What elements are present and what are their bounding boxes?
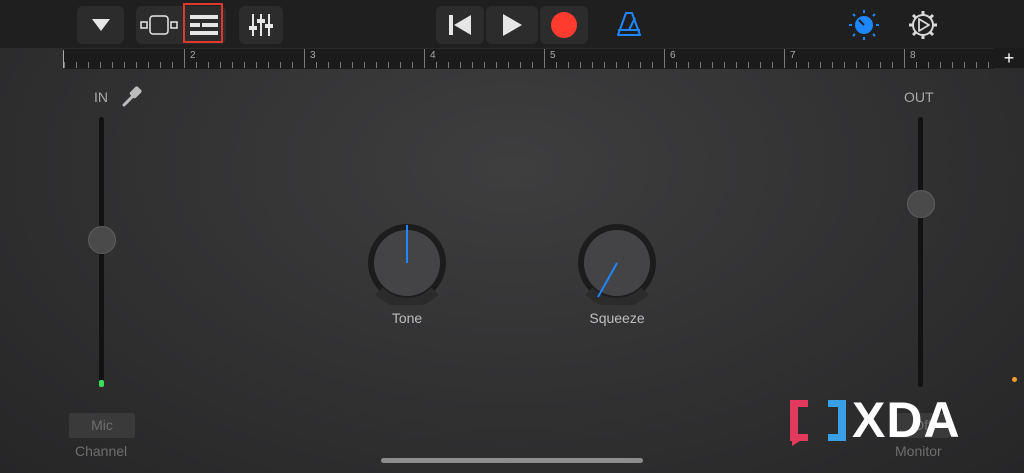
- output-level-track: [918, 117, 923, 387]
- settings-button[interactable]: [907, 9, 939, 46]
- mic-button[interactable]: Mic: [69, 413, 135, 438]
- master-effects-icon: [849, 10, 879, 40]
- input-meter: [99, 380, 104, 387]
- output-indicator-dot: [1012, 377, 1017, 382]
- home-indicator[interactable]: [381, 458, 643, 463]
- input-level-slider[interactable]: [88, 225, 116, 254]
- guitar-jack-icon: [122, 86, 142, 107]
- input-label: IN: [94, 89, 108, 105]
- bar-label: 3: [310, 50, 316, 61]
- bar-label: 7: [790, 50, 796, 61]
- ruler-ticks: [64, 49, 989, 68]
- bar-label: 8: [910, 50, 916, 61]
- metronome-icon: [617, 12, 641, 36]
- bar-label: 2: [190, 50, 196, 61]
- smart-controls-button[interactable]: [190, 14, 218, 41]
- output-level-slider[interactable]: [907, 189, 935, 218]
- knob-dial: [578, 224, 656, 308]
- channel-label: Channel: [75, 443, 128, 459]
- mixer-sliders-icon: [249, 14, 273, 36]
- bar-ruler[interactable]: 2 3 4 5 6 7 8: [64, 48, 994, 69]
- metronome-button[interactable]: [615, 10, 643, 43]
- dropdown-triangle-icon: [91, 19, 110, 31]
- tone-knob[interactable]: [365, 221, 449, 308]
- rewind-button[interactable]: [436, 6, 484, 44]
- squeeze-knob[interactable]: [575, 221, 659, 308]
- settings-gear-icon: [909, 11, 937, 39]
- bar-label: 4: [430, 50, 436, 61]
- output-label: OUT: [904, 89, 934, 105]
- record-button[interactable]: [540, 6, 588, 44]
- squeeze-label: Squeeze: [589, 310, 645, 326]
- xda-wordmark: XDA: [852, 392, 961, 448]
- browser-button[interactable]: [77, 6, 124, 44]
- input-source-button[interactable]: [121, 84, 143, 113]
- record-icon: [551, 12, 577, 38]
- xda-bracket-icon: [790, 400, 846, 446]
- add-section-button[interactable]: +: [994, 48, 1024, 68]
- tone-label: Tone: [391, 310, 423, 326]
- play-button[interactable]: [486, 6, 538, 44]
- xda-logo: [788, 398, 848, 451]
- knob-dial: [368, 224, 446, 308]
- bar-label: 6: [670, 50, 676, 61]
- rewind-icon: [449, 15, 471, 35]
- tracks-view-icon[interactable]: [140, 14, 180, 36]
- smart-controls-icon: [190, 15, 218, 35]
- master-effects-button[interactable]: [848, 9, 880, 46]
- bar-label: 5: [550, 50, 556, 61]
- mixer-button[interactable]: [239, 6, 283, 44]
- play-icon: [503, 14, 522, 36]
